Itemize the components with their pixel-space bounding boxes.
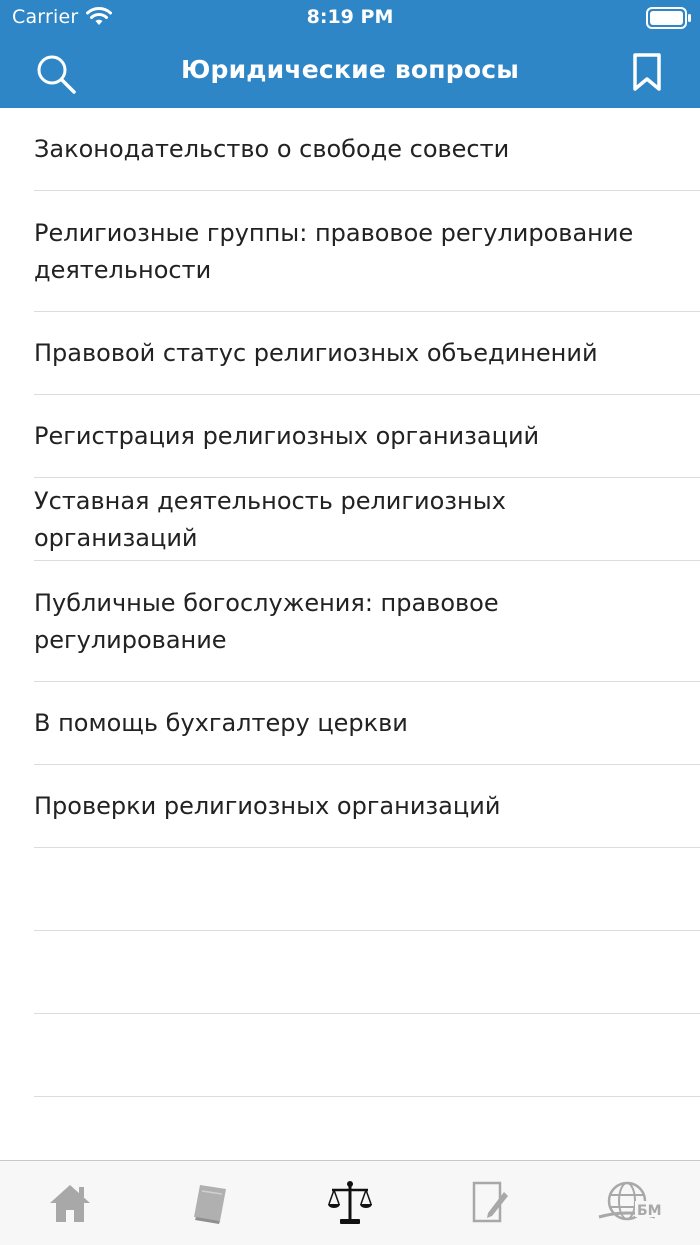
home-icon xyxy=(50,1185,90,1222)
list-item[interactable]: Уставная деятельность религиозных органи… xyxy=(0,478,700,561)
empty-row xyxy=(0,931,700,1014)
book-icon xyxy=(194,1185,226,1224)
status-bar: Carrier 8:19 PM xyxy=(0,0,700,36)
page-title: Юридические вопросы xyxy=(180,55,520,84)
list-item[interactable]: Правовой статус религиозных объединений xyxy=(0,312,700,395)
list-item-label: Законодательство о свободе совести xyxy=(34,135,510,163)
navigation-header: Carrier 8:19 PM Юридические вопросы xyxy=(0,0,700,108)
list-item[interactable]: Публичные богослужения: правовое регулир… xyxy=(0,561,700,682)
list-item[interactable]: Регистрация религиозных организаций xyxy=(0,395,700,478)
list-item-label: Уставная деятельность религиозных органи… xyxy=(34,486,506,552)
list-item[interactable]: Законодательство о свободе совести xyxy=(0,108,700,191)
note-pencil-icon xyxy=(472,1181,508,1223)
battery-icon xyxy=(646,7,691,29)
nav-bar: Юридические вопросы xyxy=(0,36,700,108)
globe-logo-icon: БМ xyxy=(598,1181,665,1221)
list-item-label: Правовой статус религиозных объединений xyxy=(34,339,598,367)
list-item-label: Религиозные группы: правовое регулирован… xyxy=(34,218,634,284)
list-item-label: Публичные богослужения: правовое регулир… xyxy=(34,588,499,654)
tab-about[interactable]: БМ xyxy=(596,1177,668,1229)
bookmark-icon[interactable] xyxy=(630,52,664,92)
empty-row xyxy=(0,1014,700,1097)
logo-text: БМ xyxy=(637,1203,662,1219)
list-item[interactable]: Религиозные группы: правовое регулирован… xyxy=(0,191,700,312)
list-item[interactable]: В помощь бухгалтеру церкви xyxy=(0,682,700,765)
tab-legal[interactable] xyxy=(320,1177,380,1229)
topics-list: Законодательство о свободе совести Религ… xyxy=(0,108,700,1097)
list-item-label: Проверки религиозных организаций xyxy=(34,792,501,820)
tab-library[interactable] xyxy=(180,1177,240,1229)
list-item-label: Регистрация религиозных организаций xyxy=(34,422,540,450)
list-item[interactable]: Проверки религиозных организаций xyxy=(0,765,700,848)
tab-bar: БМ xyxy=(0,1160,700,1245)
empty-row xyxy=(0,848,700,931)
list-item-label: В помощь бухгалтеру церкви xyxy=(34,709,408,737)
clock: 8:19 PM xyxy=(306,6,394,28)
scales-icon xyxy=(328,1181,372,1224)
tab-notes[interactable] xyxy=(460,1177,520,1229)
tab-home[interactable] xyxy=(40,1177,100,1229)
